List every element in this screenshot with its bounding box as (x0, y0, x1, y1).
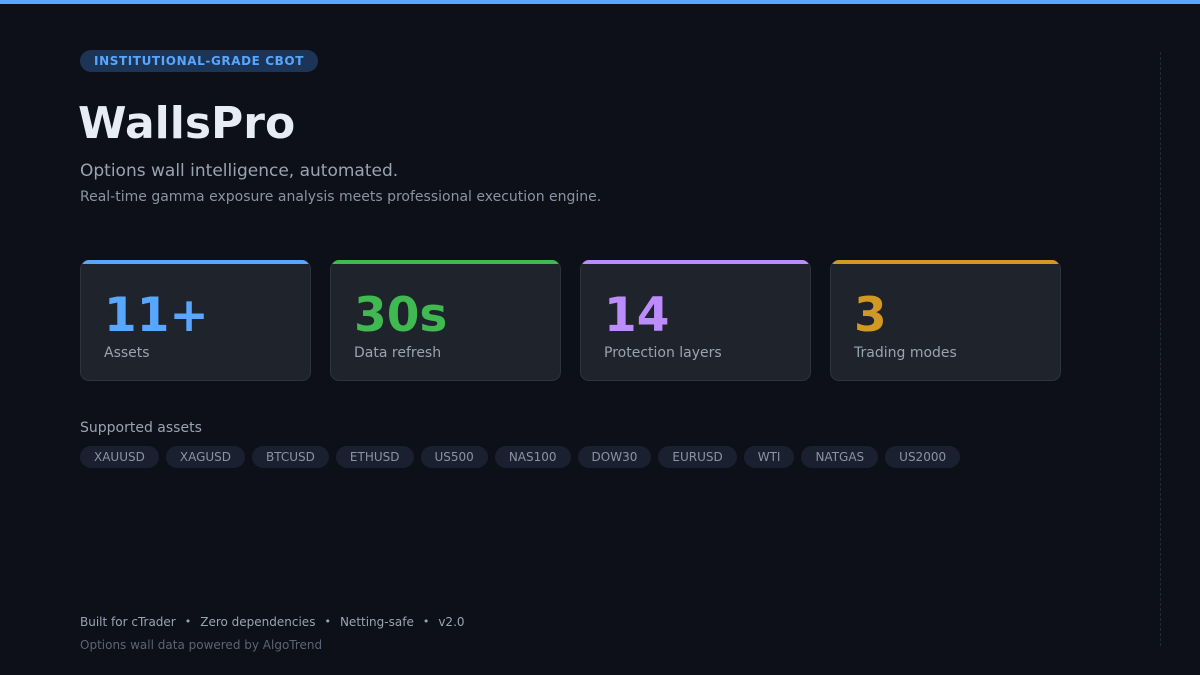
asset-chip-us500: US500 (420, 446, 488, 468)
asset-chip-ethusd: ETHUSD (335, 446, 414, 468)
footer-separator: • (184, 615, 192, 628)
asset-chip-btcusd: BTCUSD (252, 446, 329, 468)
footer-separator: • (324, 615, 331, 628)
asset-chip-dow30: DOW30 (577, 446, 652, 468)
footer-item: Netting-safe (339, 615, 414, 629)
footer-features: Built for cTrader • Zero dependencies • … (80, 614, 465, 630)
footer-item: Built for cTrader (80, 615, 176, 629)
description: Real-time gamma exposure analysis meets … (80, 189, 602, 205)
stat-label: Protection layers (604, 345, 722, 361)
stat-value: 30s (354, 288, 448, 343)
stat-accent-bar (81, 260, 310, 264)
assets-heading: Supported assets (80, 420, 202, 436)
category-badge: INSTITUTIONAL-GRADE CBOT (80, 50, 318, 72)
footer-separator: • (422, 615, 430, 628)
stat-accent-bar (331, 260, 560, 264)
stat-card-trading-modes: 3 Trading modes (830, 260, 1061, 381)
page-title: WallsPro (78, 98, 296, 149)
stat-value: 11+ (104, 288, 209, 343)
stat-card-protection-layers: 14 Protection layers (580, 260, 811, 381)
stat-accent-bar (581, 260, 810, 264)
stat-label: Data refresh (354, 345, 442, 361)
stat-accent-bar (831, 260, 1060, 264)
asset-chip-list: XAUUSD XAGUSD BTCUSD ETHUSD US500 NAS100… (80, 446, 961, 468)
stat-value: 14 (604, 288, 670, 343)
stat-card-data-refresh: 30s Data refresh (330, 260, 561, 381)
stat-label: Assets (104, 345, 150, 361)
footer-version: v2.0 (438, 615, 465, 629)
asset-chip-eurusd: EURUSD (658, 446, 737, 468)
asset-chip-xauusd: XAUUSD (80, 446, 159, 468)
top-accent-bar (0, 0, 1200, 4)
stat-value: 3 (854, 288, 887, 343)
footer-item: Zero dependencies (200, 615, 316, 629)
asset-chip-us2000: US2000 (885, 446, 961, 468)
stat-card-assets: 11+ Assets (80, 260, 311, 381)
asset-chip-wti: WTI (743, 446, 795, 468)
footer-credit: Options wall data powered by AlgoTrend (80, 638, 323, 652)
vertical-guide-line (1160, 52, 1161, 646)
tagline: Options wall intelligence, automated. (80, 161, 399, 181)
asset-chip-natgas: NATGAS (801, 446, 879, 468)
asset-chip-nas100: NAS100 (494, 446, 571, 468)
asset-chip-xagusd: XAGUSD (165, 446, 246, 468)
stat-label: Trading modes (854, 345, 957, 361)
stats-row: 11+ Assets 30s Data refresh 14 Protectio… (80, 260, 1061, 381)
